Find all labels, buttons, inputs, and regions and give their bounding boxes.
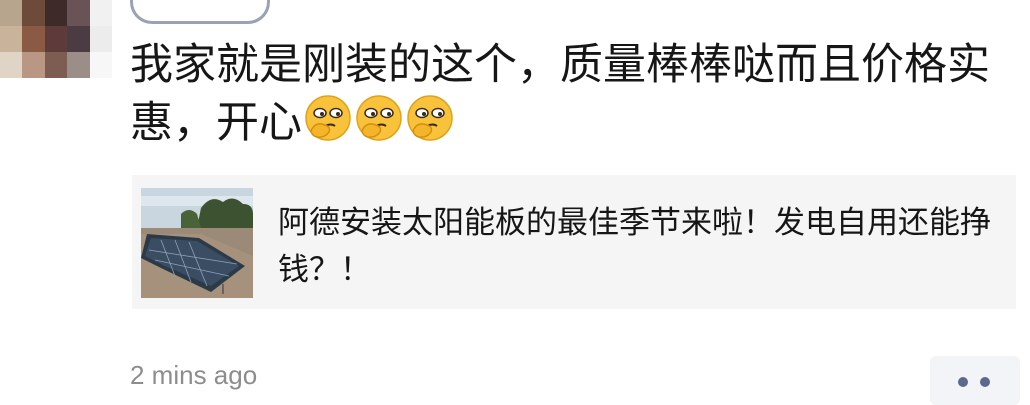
shared-article-card[interactable]: 阿德安装太阳能板的最佳季节来啦！发电自用还能挣钱？！ [132, 175, 1016, 309]
comment-body: 我家就是刚装的这个，质量棒棒哒而且价格实惠，开心 [130, 38, 1010, 151]
comment-text: 我家就是刚装的这个，质量棒棒哒而且价格实惠，开心 [130, 40, 990, 148]
article-thumbnail [141, 188, 253, 298]
more-dots-icon[interactable] [930, 356, 1020, 405]
article-title: 阿德安装太阳能板的最佳季节来啦！发电自用还能挣钱？！ [278, 205, 991, 288]
thinking-face-icon [303, 93, 353, 143]
dot [958, 377, 968, 387]
timestamp: 2 mins ago [130, 360, 258, 390]
previous-comment-emoticon: ·· [130, 0, 270, 24]
avatar[interactable] [0, 0, 112, 78]
dot [980, 377, 990, 387]
thinking-face-icon [405, 93, 455, 143]
thinking-face-icon [354, 93, 404, 143]
